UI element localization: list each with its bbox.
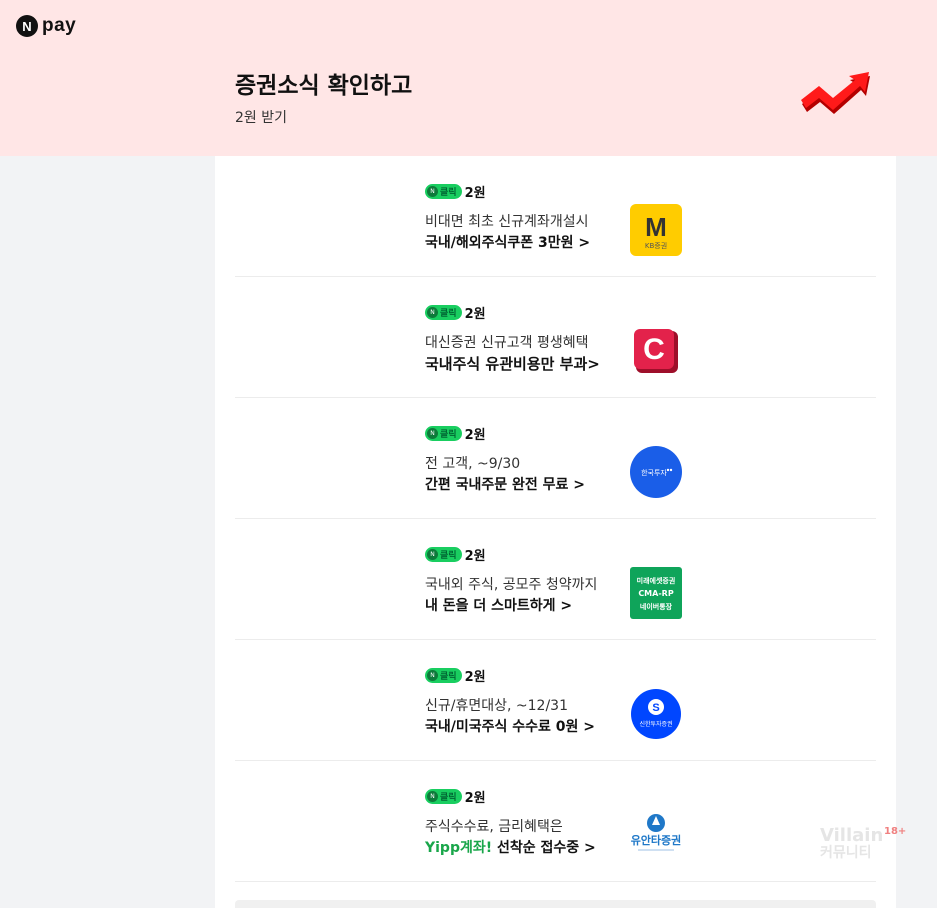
offer-list: N 클릭 2원 비대면 최초 신규계좌개설시 국내/해외주식쿠폰 3만원 > M … bbox=[215, 156, 896, 908]
offer-subtitle: 주식수수료, 금리혜택은 bbox=[425, 819, 563, 835]
list-item[interactable]: N 클릭 2원 신규/휴면대상, ~12/31 국내/미국주식 수수료 0원 > … bbox=[235, 640, 876, 761]
svg-text:네이버통장: 네이버통장 bbox=[640, 602, 673, 611]
list-item[interactable]: N 클릭 2원 대신증권 신규고객 평생혜택 국내주식 유관비용만 부과> C bbox=[235, 277, 876, 398]
offer-subtitle: 대신증권 신규고객 평생혜택 bbox=[425, 335, 589, 351]
reward-amount: 2원 bbox=[464, 791, 486, 806]
offer-title[interactable]: 국내/해외주식쿠폰 3만원 > bbox=[425, 232, 590, 252]
shinhan-logo: S 신한투자증권 bbox=[631, 689, 681, 739]
offer-title[interactable]: 국내주식 유관비용만 부과> bbox=[425, 353, 600, 374]
reward-amount: 2원 bbox=[464, 549, 486, 564]
svg-text:C: C bbox=[643, 333, 665, 366]
naver-icon: N bbox=[427, 307, 438, 318]
svg-text:신한투자증권: 신한투자증권 bbox=[639, 720, 672, 728]
watermark: Villain 커뮤니티 bbox=[820, 825, 884, 861]
chevron-right-icon: > bbox=[583, 719, 596, 735]
naver-icon: N bbox=[427, 549, 438, 560]
offer-subtitle: 국내외 주식, 공모주 청약까지 bbox=[425, 577, 598, 593]
svg-text:유안타증권: 유안타증권 bbox=[631, 833, 682, 847]
click-badge: N 클릭 bbox=[425, 305, 462, 320]
naver-pay-logo[interactable]: N pay bbox=[16, 15, 76, 37]
brand-name: pay bbox=[42, 15, 77, 36]
click-badge: N 클릭 bbox=[425, 547, 462, 562]
reward-amount: 2원 bbox=[464, 670, 486, 685]
age-badge: 18+ bbox=[884, 826, 907, 837]
reward-amount: 2원 bbox=[464, 428, 486, 443]
page-title: 증권소식 확인하고 bbox=[235, 73, 413, 99]
chevron-right-icon: > bbox=[584, 840, 596, 856]
mirae-asset-logo: 미래에셋증권 CMA-RP 네이버통장 bbox=[630, 567, 682, 619]
rising-arrow-icon bbox=[801, 72, 870, 114]
svg-text:한국투자: 한국투자 bbox=[641, 468, 667, 477]
kb-securities-logo: M KB증권 bbox=[630, 204, 682, 256]
naver-icon: N bbox=[427, 791, 438, 802]
list-item[interactable]: N 클릭 2원 비대면 최초 신규계좌개설시 국내/해외주식쿠폰 3만원 > M … bbox=[235, 156, 876, 277]
naver-icon: N bbox=[427, 186, 438, 197]
offer-subtitle: 전 고객, ~9/30 bbox=[425, 456, 521, 472]
korea-investment-logo: 한국투자 bbox=[630, 446, 682, 498]
click-badge: N 클릭 bbox=[425, 184, 462, 199]
naver-icon: N bbox=[427, 428, 438, 439]
n-logo-icon: N bbox=[16, 15, 38, 37]
offer-subtitle: 신규/휴면대상, ~12/31 bbox=[425, 698, 568, 714]
offer-subtitle: 비대면 최초 신규계좌개설시 bbox=[425, 214, 589, 230]
naver-icon: N bbox=[427, 670, 438, 681]
click-badge: N 클릭 bbox=[425, 668, 462, 683]
page-subtitle: 2원 받기 bbox=[235, 110, 287, 126]
list-item[interactable]: N 클릭 2원 국내외 주식, 공모주 청약까지 내 돈을 더 스마트하게 > 미… bbox=[235, 519, 876, 640]
svg-text:M: M bbox=[645, 212, 667, 242]
next-section-edge bbox=[235, 900, 876, 908]
svg-text:CMA-RP: CMA-RP bbox=[638, 589, 674, 598]
reward-amount: 2원 bbox=[464, 186, 486, 201]
yuanta-logo: 유안타증권 bbox=[631, 814, 682, 851]
list-item[interactable]: N 클릭 2원 전 고객, ~9/30 간편 국내주문 완전 무료 > 한국투자 bbox=[235, 398, 876, 519]
svg-text:S: S bbox=[652, 702, 659, 714]
click-badge: N 클릭 bbox=[425, 789, 462, 804]
chevron-right-icon: > bbox=[578, 235, 591, 251]
promo-header: N pay 증권소식 확인하고 2원 받기 bbox=[0, 0, 937, 156]
offer-title[interactable]: Yipp계좌! 선착순 접수중 > bbox=[425, 837, 596, 857]
offer-title[interactable]: 간편 국내주문 완전 무료 > bbox=[425, 474, 585, 494]
reward-amount: 2원 bbox=[464, 307, 486, 322]
svg-text:미래에셋증권: 미래에셋증권 bbox=[637, 576, 676, 585]
click-badge: N 클릭 bbox=[425, 426, 462, 441]
svg-text:KB증권: KB증권 bbox=[645, 242, 667, 250]
daishin-logo: C bbox=[634, 329, 678, 373]
offer-title[interactable]: 국내/미국주식 수수료 0원 > bbox=[425, 716, 595, 736]
offer-title[interactable]: 내 돈을 더 스마트하게 > bbox=[425, 595, 572, 615]
list-item[interactable]: N 클릭 2원 주식수수료, 금리혜택은 Yipp계좌! 선착순 접수중 > 유안… bbox=[235, 761, 876, 882]
